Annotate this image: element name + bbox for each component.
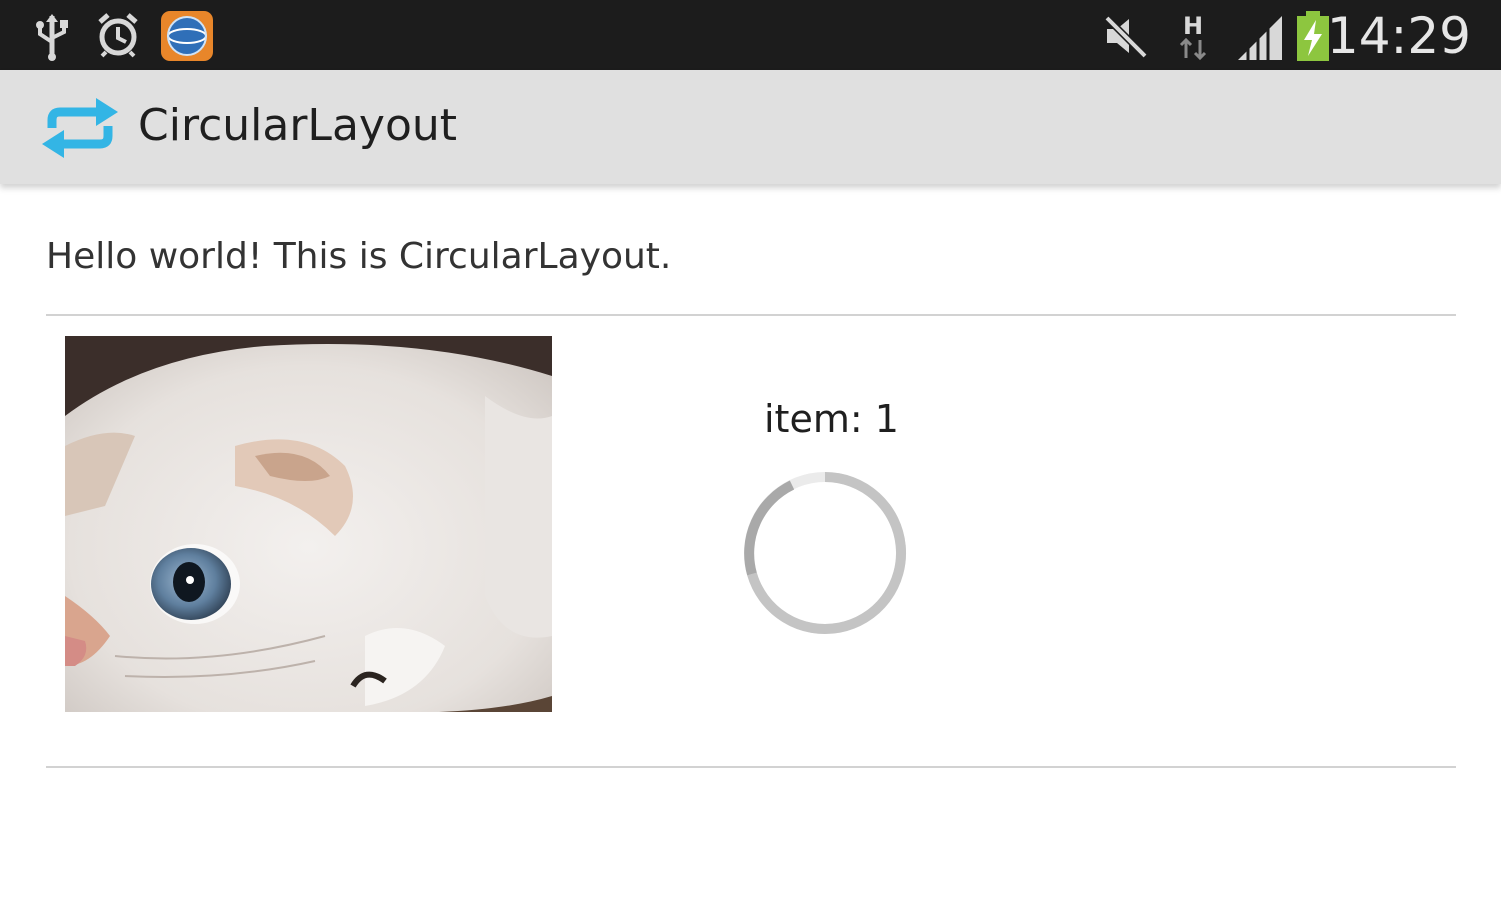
app-notification-icon <box>160 10 214 66</box>
usb-icon <box>32 12 72 66</box>
status-bar: H 14:29 <box>0 0 1501 70</box>
item-label: item: 1 <box>764 397 899 441</box>
mute-icon <box>1103 14 1149 62</box>
action-bar: CircularLayout <box>0 70 1501 184</box>
cat-photo <box>65 336 552 713</box>
svg-text:H: H <box>1183 12 1203 40</box>
hspa-data-icon: H <box>1176 10 1210 66</box>
app-title: CircularLayout <box>138 100 457 151</box>
hello-text: Hello world! This is CircularLayout. <box>46 236 672 277</box>
divider <box>46 766 1456 768</box>
status-clock: 14:29 <box>1326 7 1471 65</box>
list-item[interactable]: item: 1 <box>46 316 1456 766</box>
alarm-clock-icon <box>96 12 140 62</box>
circular-progress-spinner <box>740 468 910 638</box>
repeat-arrows-icon[interactable] <box>38 96 122 164</box>
signal-icon <box>1236 14 1284 64</box>
